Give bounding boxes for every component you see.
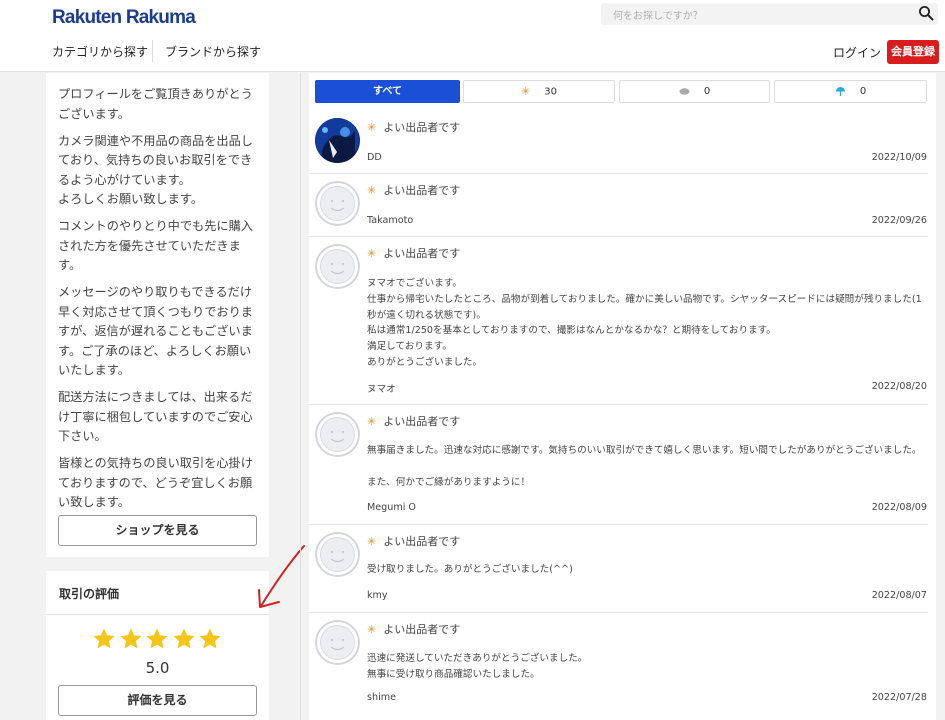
profile-paragraph: 配送方法につきましては、出来るだけ丁寧に梱包していますのでご安心下さい。	[58, 390, 253, 443]
sun-icon: ✳	[367, 535, 377, 548]
review-date: 2022/08/09	[871, 502, 927, 513]
rating-card: 取引の評価 5.0 評価を見る	[46, 571, 269, 720]
badge-label: よい出品者です	[383, 623, 461, 636]
tab-all[interactable]: すべて	[315, 80, 460, 103]
sun-icon: ✳	[521, 85, 531, 98]
review-date: 2022/08/07	[871, 590, 927, 601]
sun-icon: ✳	[367, 184, 377, 197]
badge-label: よい出品者です	[383, 415, 461, 428]
nav-brand[interactable]: ブランドから探す	[165, 43, 261, 60]
view-reviews-button[interactable]: 評価を見る	[58, 685, 257, 716]
tab-count: 30	[544, 86, 557, 98]
review-item: ✳ よい出品者です 迅速に発送していただきありがとうございました。 無事に受け取り…	[309, 613, 928, 720]
review-date: 2022/07/28	[871, 692, 927, 703]
tab-bad[interactable]: 0	[774, 80, 927, 103]
review-badge: ✳ よい出品者です	[367, 119, 460, 135]
review-date: 2022/10/09	[871, 152, 927, 163]
user-avatar[interactable]	[315, 412, 360, 457]
badge-label: よい出品者です	[383, 247, 461, 260]
profile-card: プロフィールをご覧頂きありがとうございます。 カメラ関連や不用品の商品を出品して…	[46, 73, 269, 557]
badge-label: よい出品者です	[383, 535, 461, 548]
nav-divider	[152, 40, 153, 62]
tab-label: すべて	[373, 86, 402, 97]
umbrella-icon	[835, 86, 845, 96]
star-icon	[199, 628, 221, 649]
review-user[interactable]: Megumi O	[367, 502, 416, 513]
review-body: 迅速に発送していただきありがとうございました。 無事に受け取り商品確認いたしまし…	[367, 653, 588, 680]
site-header: Rakuten Rakuma 何をお探しですか？ カテゴリから探す ブランドから…	[0, 0, 945, 72]
tab-normal[interactable]: 0	[619, 80, 770, 103]
login-link[interactable]: ログイン	[833, 44, 881, 61]
tab-good[interactable]: ✳ 30	[463, 80, 615, 103]
review-body: ヌマオでございます。 仕事から帰宅いたしたところ、品物が到着しておりました。確か…	[367, 278, 922, 368]
cloud-icon	[679, 88, 690, 95]
review-badge: ✳ よい出品者です	[367, 182, 460, 198]
review-badge: ✳ よい出品者です	[367, 533, 460, 549]
review-item: ✳ よい出品者です DD 2022/10/09	[309, 111, 928, 174]
sun-icon: ✳	[367, 623, 377, 636]
review-date: 2022/09/26	[871, 215, 927, 226]
review-badge: ✳ よい出品者です	[367, 245, 460, 261]
review-user[interactable]: Takamoto	[367, 215, 413, 226]
rakuten-rakuma-logo[interactable]: Rakuten Rakuma	[52, 7, 196, 29]
view-shop-button[interactable]: ショップを見る	[58, 515, 257, 546]
review-user[interactable]: kmy	[367, 590, 388, 601]
user-avatar[interactable]	[315, 181, 360, 226]
user-avatar[interactable]	[315, 118, 360, 163]
profile-paragraph: コメントのやりとり中でも先に購入された方を優先させていただきます。	[58, 219, 253, 272]
review-body: 受け取りました。ありがとうございました(^^)	[367, 564, 573, 575]
profile-paragraph: 皆様との気持ちの良い取引を心掛けておりますので、どうぞ宜しくお願い致します。	[58, 456, 253, 509]
red-arrow-annotation	[258, 545, 305, 608]
rating-score: 5.0	[145, 659, 170, 677]
rating-divider	[46, 614, 269, 615]
reviews-panel: すべて ✳ 30 0 0 ✳ よい出品者です DD 2022/10/09 ✳ よい出	[309, 73, 936, 720]
review-user[interactable]: DD	[367, 152, 382, 163]
user-avatar[interactable]	[315, 244, 360, 289]
review-item: ✳ よい出品者です 無事届きました。迅速な対応に感謝です。気持ちのいい取引ができて…	[309, 405, 928, 525]
review-badge: ✳ よい出品者です	[367, 413, 460, 429]
user-avatar[interactable]	[315, 620, 360, 665]
rating-title: 取引の評価	[59, 587, 120, 601]
profile-paragraph: メッセージのやり取りもできるだけ早く対応させて頂くつもりでおりますが、返信が遅れ…	[58, 285, 253, 377]
tab-count: 0	[859, 86, 867, 97]
profile-paragraph: カメラ関連や不用品の商品を出品しており、気持ちの良いお取引をできるよう心がけてい…	[58, 133, 253, 207]
search-icon[interactable]	[918, 5, 934, 21]
profile-paragraph: プロフィールをご覧頂きありがとうございます。	[58, 87, 253, 121]
search-input[interactable]: 何をお探しですか？	[601, 3, 938, 25]
badge-label: よい出品者です	[383, 184, 461, 197]
nav-category[interactable]: カテゴリから探す	[52, 43, 148, 60]
sun-icon: ✳	[367, 247, 377, 260]
star-icon	[173, 628, 194, 649]
review-item: ✳ よい出品者です Takamoto 2022/09/26	[309, 174, 928, 237]
user-avatar[interactable]	[315, 532, 360, 577]
star-icon	[146, 628, 168, 649]
profile-description: プロフィールをご覧頂きありがとうございます。 カメラ関連や不用品の商品を出品して…	[58, 85, 262, 520]
review-user[interactable]: ヌマオ	[367, 381, 396, 395]
sun-icon: ✳	[367, 415, 377, 428]
review-badge: ✳ よい出品者です	[367, 621, 460, 637]
search-placeholder: 何をお探しですか？	[613, 11, 703, 22]
review-item: ✳ よい出品者です ヌマオでございます。 仕事から帰宅いたしたところ、品物が到着し…	[309, 237, 928, 405]
badge-label: よい出品者です	[383, 121, 461, 134]
review-user[interactable]: shime	[367, 692, 396, 703]
review-item: ✳ よい出品者です 受け取りました。ありがとうございました(^^) kmy 202…	[309, 525, 928, 613]
tab-count: 0	[703, 86, 711, 97]
review-date: 2022/08/20	[871, 381, 927, 392]
review-body: 無事届きました。迅速な対応に感謝です。気持ちのいい取引ができて嬉しく思います。短…	[367, 445, 922, 488]
register-button[interactable]: 会員登録	[887, 40, 939, 64]
column-divider	[300, 73, 301, 720]
star-icon	[120, 628, 141, 649]
sun-icon: ✳	[367, 121, 377, 134]
star-icon	[93, 628, 115, 649]
